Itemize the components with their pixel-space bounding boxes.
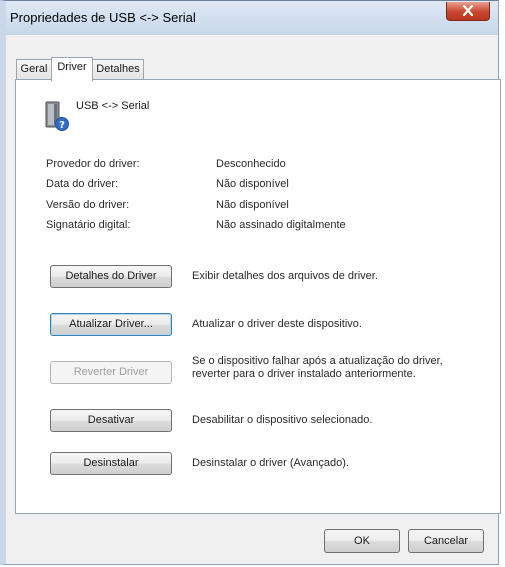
rollback-driver-button[interactable]: Reverter Driver <box>50 361 172 384</box>
svg-text:?: ? <box>59 120 65 131</box>
uninstall-driver-button[interactable]: Desinstalar <box>50 452 172 475</box>
cancel-button[interactable]: Cancelar <box>408 529 484 553</box>
digital-signer-label: Signatário digital: <box>46 219 131 231</box>
driver-tab-panel: ? USB <-> Serial Provedor do driver: Des… <box>15 79 501 514</box>
driver-version-label: Versão do driver: <box>46 199 130 211</box>
close-button[interactable] <box>446 2 490 21</box>
disable-device-description: Desabilitar o dispositivo selecionado. <box>192 414 373 426</box>
device-name: USB <-> Serial <box>76 100 150 112</box>
tab-driver[interactable]: Driver <box>51 57 93 81</box>
window-title: Propriedades de USB <-> Serial <box>10 10 196 25</box>
close-icon <box>462 5 474 16</box>
dialog-window: Propriedades de USB <-> Serial Geral Dri… <box>0 0 501 565</box>
driver-details-description: Exibir detalhes dos arquivos de driver. <box>192 270 378 282</box>
title-bar[interactable]: Propriedades de USB <-> Serial <box>6 1 498 35</box>
disable-device-button[interactable]: Desativar <box>50 409 172 432</box>
driver-date-label: Data do driver: <box>46 178 119 190</box>
driver-details-button[interactable]: Detalhes do Driver <box>50 265 172 288</box>
tab-label: Detalhes <box>96 63 140 75</box>
usb-device-unknown-icon: ? <box>45 101 69 131</box>
tab-label: Driver <box>57 61 87 73</box>
update-driver-button[interactable]: Atualizar Driver... <box>50 313 172 336</box>
driver-provider-label: Provedor do driver: <box>46 158 140 170</box>
driver-provider-value: Desconhecido <box>216 158 286 170</box>
driver-date-value: Não disponível <box>216 178 289 190</box>
uninstall-driver-description: Desinstalar o driver (Avançado). <box>192 457 349 469</box>
update-driver-description: Atualizar o driver deste dispositivo. <box>192 318 362 330</box>
tab-geral[interactable]: Geral <box>16 59 52 79</box>
digital-signer-value: Não assinado digitalmente <box>216 219 346 231</box>
tab-label: Geral <box>20 63 48 75</box>
tab-detalhes[interactable]: Detalhes <box>92 59 144 79</box>
rollback-driver-description: Se o dispositivo falhar após a atualizaç… <box>192 355 443 380</box>
ok-button[interactable]: OK <box>324 529 400 553</box>
driver-version-value: Não disponível <box>216 199 289 211</box>
